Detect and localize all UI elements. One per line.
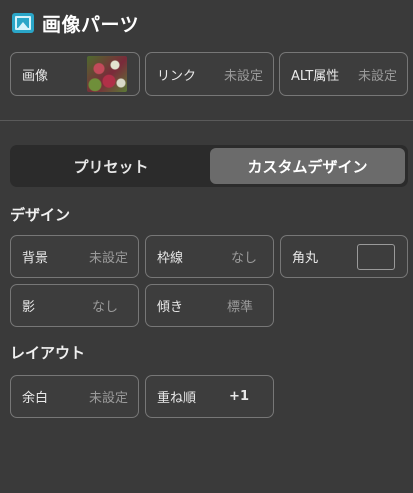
alt-attribute-label: ALT属性 (291, 68, 340, 84)
corner-radius-field[interactable]: 角丸 (280, 235, 408, 278)
tab-preset[interactable]: プリセット (13, 148, 209, 184)
image-icon (12, 13, 34, 33)
stacking-order-value: +1 (229, 389, 249, 404)
tilt-field[interactable]: 傾き 標準 (145, 284, 274, 327)
image-field-label: 画像 (22, 68, 49, 84)
layout-section-title: レイアウト (10, 344, 86, 362)
stacking-order-field[interactable]: 重ね順 +1 (145, 375, 274, 418)
margin-field[interactable]: 余白 未設定 (10, 375, 139, 418)
margin-label: 余白 (22, 391, 49, 406)
link-field[interactable]: リンク 未設定 (145, 52, 274, 96)
link-field-label: リンク (157, 68, 197, 84)
tilt-label: 傾き (157, 300, 184, 315)
alt-attribute-value: 未設定 (357, 68, 397, 84)
corner-radius-swatch[interactable] (357, 243, 395, 270)
panel-header: 画像パーツ (12, 10, 139, 36)
section-divider (0, 120, 413, 121)
shadow-field[interactable]: 影 なし (10, 284, 139, 327)
border-field[interactable]: 枠線 なし (145, 235, 274, 278)
design-mode-tabs: プリセット カスタムデザイン (10, 145, 408, 187)
margin-value: 未設定 (88, 391, 128, 406)
background-value: 未設定 (88, 251, 128, 266)
corner-radius-label: 角丸 (292, 251, 319, 266)
panel-title: 画像パーツ (42, 13, 140, 36)
border-label: 枠線 (157, 251, 184, 266)
image-field[interactable]: 画像 (10, 52, 140, 96)
border-value: なし (230, 251, 257, 266)
shadow-label: 影 (22, 300, 36, 315)
background-label: 背景 (22, 251, 49, 266)
background-field[interactable]: 背景 未設定 (10, 235, 139, 278)
design-section-title: デザイン (10, 206, 71, 224)
alt-attribute-field[interactable]: ALT属性 未設定 (279, 52, 408, 96)
stacking-order-label: 重ね順 (157, 391, 197, 406)
tilt-value: 標準 (226, 300, 253, 315)
image-thumbnail[interactable] (87, 56, 127, 92)
tab-custom-design[interactable]: カスタムデザイン (210, 148, 405, 184)
shadow-value: なし (91, 300, 118, 315)
link-field-value: 未設定 (223, 68, 263, 84)
